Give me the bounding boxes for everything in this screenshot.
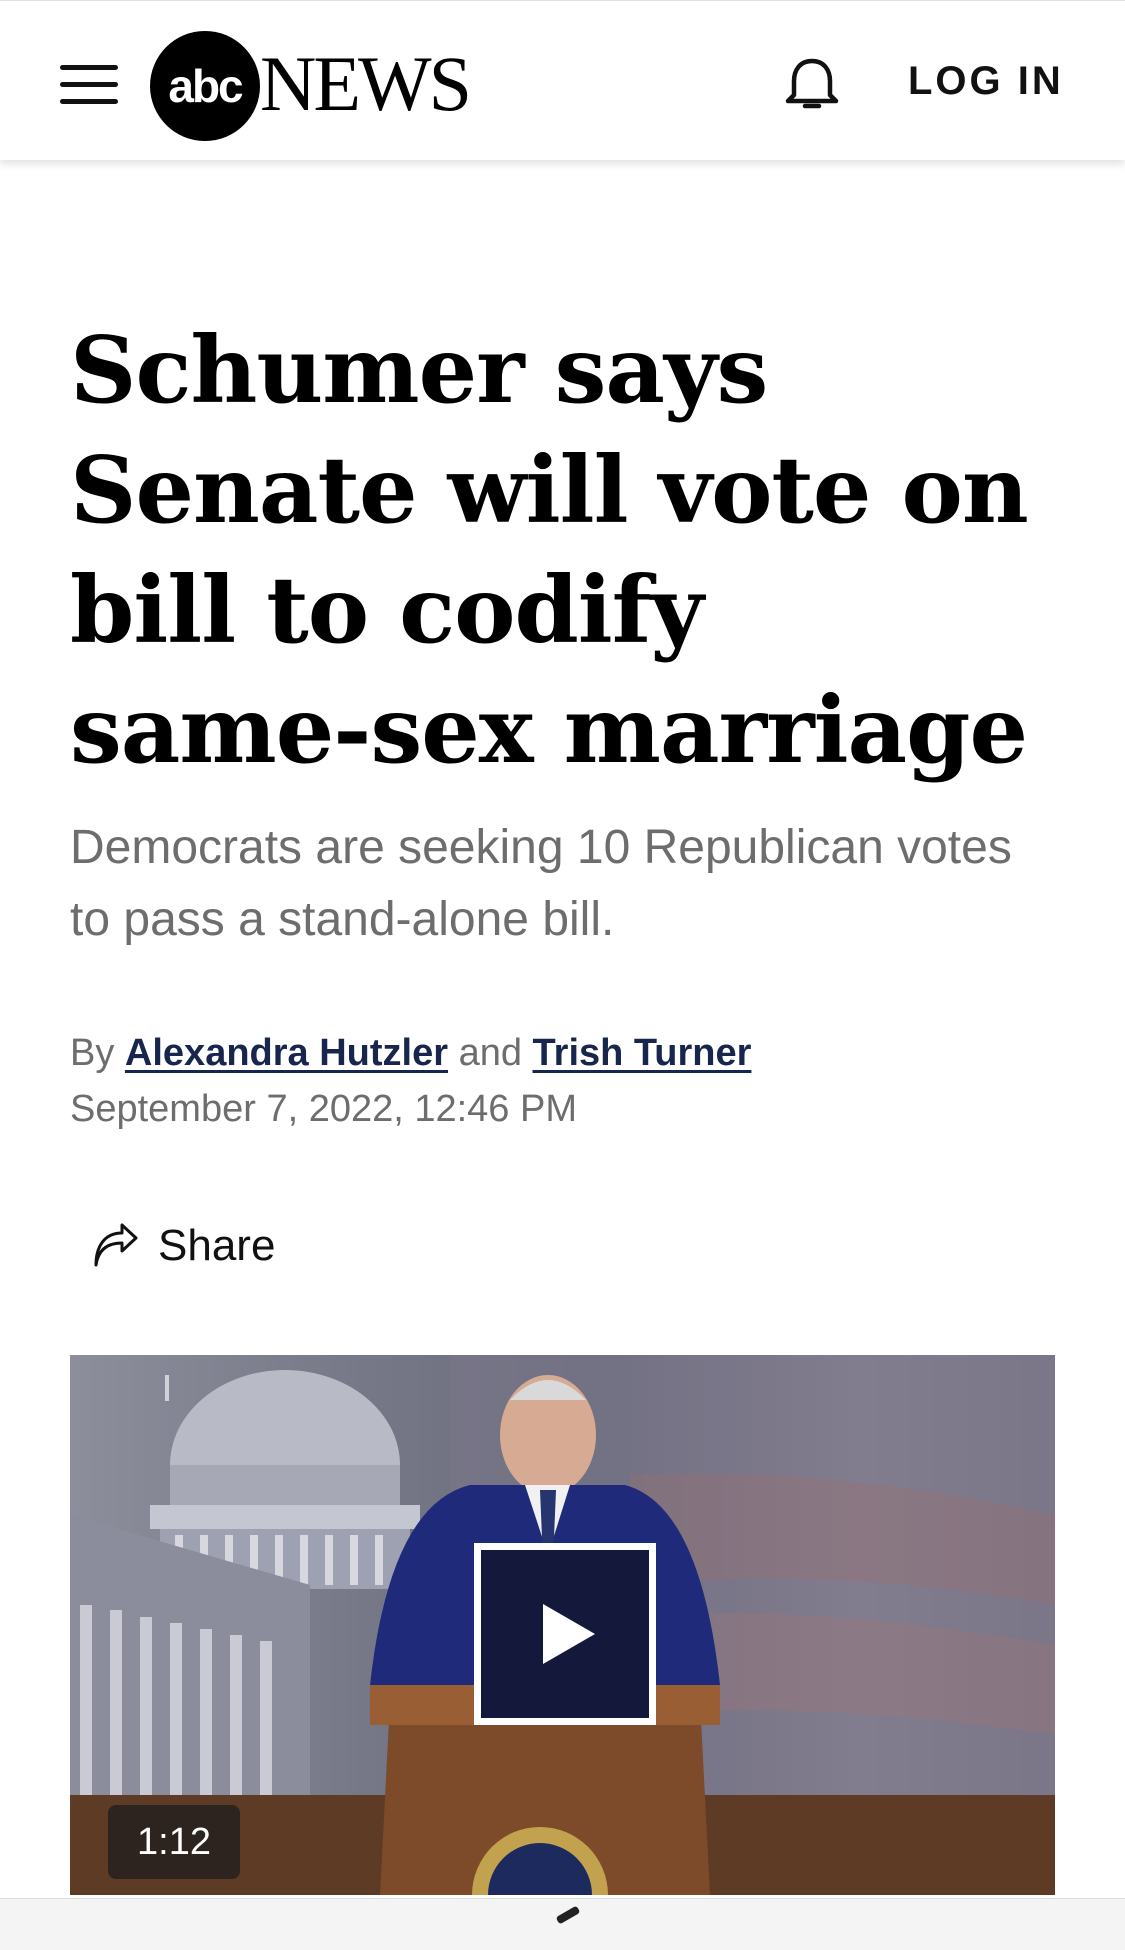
byline-prefix: By <box>70 1032 115 1074</box>
bottom-toolbar <box>0 1898 1125 1950</box>
publish-date: September 7, 2022, 12:46 PM <box>70 1088 577 1130</box>
bell-icon[interactable] <box>780 53 844 117</box>
site-header: abc NEWS LOG IN <box>0 0 1125 160</box>
video-duration-badge: 1:12 <box>108 1805 240 1879</box>
abc-news-logo[interactable]: abc NEWS <box>150 31 490 141</box>
play-button[interactable] <box>474 1543 656 1725</box>
play-icon <box>543 1604 595 1664</box>
byline: By Alexandra Hutzler and Trish Turner <box>70 1030 751 1076</box>
login-button[interactable]: LOG IN <box>908 59 1064 104</box>
toolbar-glyph-icon <box>555 1905 581 1925</box>
author-link-trish-turner[interactable]: Trish Turner <box>533 1032 752 1074</box>
menu-icon[interactable] <box>58 61 122 109</box>
article-subheadline: Democrats are seeking 10 Republican vote… <box>70 821 1012 946</box>
abc-logo-badge: abc <box>150 31 260 141</box>
share-arrow-icon <box>94 1223 138 1267</box>
share-button[interactable]: Share <box>90 1218 275 1274</box>
author-link-alexandra-hutzler[interactable]: Alexandra Hutzler <box>125 1032 448 1074</box>
article-headline: Schumer says Senate will vote on bill to… <box>70 316 1029 784</box>
video-player[interactable]: 1:12 <box>70 1355 1055 1895</box>
news-wordmark: NEWS <box>260 40 472 127</box>
share-label: Share <box>158 1221 276 1270</box>
byline-joiner: and <box>458 1032 522 1074</box>
